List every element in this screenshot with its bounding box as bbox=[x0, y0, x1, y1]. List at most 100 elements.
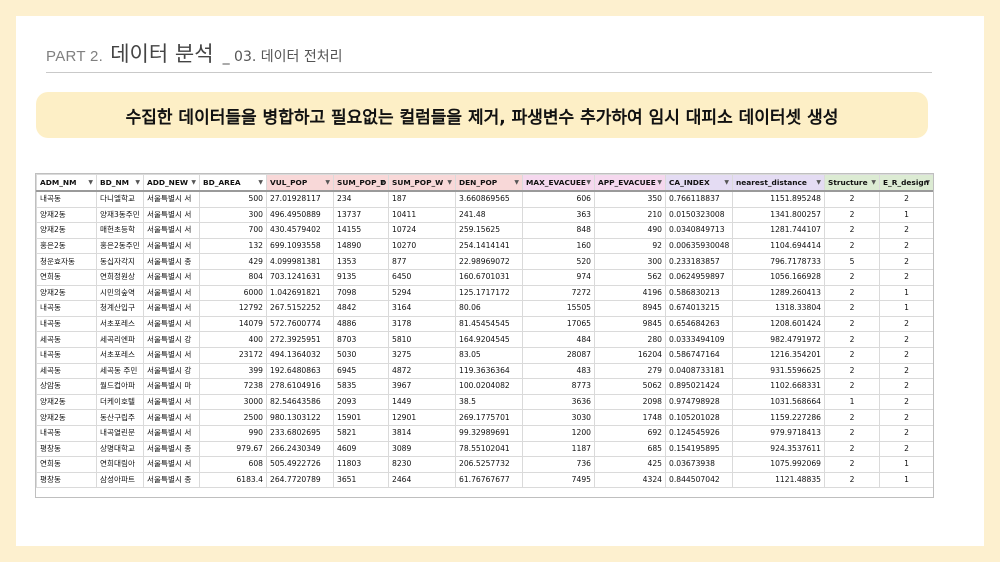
table-cell[interactable]: 350 bbox=[594, 190, 666, 208]
column-header[interactable]: ▼ ADM_NM bbox=[36, 174, 97, 192]
table-cell[interactable]: 양재2동 bbox=[36, 409, 97, 426]
table-cell[interactable]: 연희동 bbox=[36, 268, 97, 286]
table-cell[interactable]: 494.1364032 bbox=[266, 346, 334, 364]
filter-icon[interactable]: ▼ bbox=[135, 176, 140, 190]
table-cell[interactable]: 192.6480863 bbox=[266, 362, 334, 380]
table-cell[interactable]: 5062 bbox=[594, 378, 666, 395]
table-cell[interactable]: 23172 bbox=[199, 346, 267, 364]
table-cell[interactable]: 608 bbox=[199, 456, 267, 473]
table-cell[interactable]: 연희정원상 bbox=[96, 268, 144, 286]
table-cell[interactable]: 980.1303122 bbox=[266, 409, 334, 426]
table-cell[interactable]: 17065 bbox=[522, 315, 595, 333]
table-cell[interactable]: 2464 bbox=[388, 471, 456, 489]
table-cell[interactable]: 평창동 bbox=[36, 471, 97, 489]
table-cell[interactable]: 서울특별시 서 bbox=[143, 190, 200, 208]
table-cell[interactable]: 서울특별시 강 bbox=[143, 331, 200, 348]
filter-icon[interactable]: ▼ bbox=[657, 176, 662, 190]
table-cell[interactable]: 500 bbox=[199, 190, 267, 208]
table-cell[interactable]: 2 bbox=[824, 346, 880, 364]
table-cell[interactable]: 14890 bbox=[333, 237, 389, 255]
table-cell[interactable]: 월드컵아파 bbox=[96, 378, 144, 395]
column-header[interactable]: ▼ APP_EVACUEE bbox=[594, 174, 666, 192]
table-cell[interactable]: 서울특별시 서 bbox=[143, 393, 200, 411]
table-cell[interactable]: 1289.260413 bbox=[732, 284, 825, 302]
table-cell[interactable]: 서울특별시 서 bbox=[143, 409, 200, 426]
table-cell[interactable]: 562 bbox=[594, 268, 666, 286]
table-cell[interactable]: 4886 bbox=[333, 315, 389, 333]
table-cell[interactable]: 2 bbox=[879, 253, 933, 270]
table-cell[interactable]: 14079 bbox=[199, 315, 267, 333]
table-cell[interactable]: 0.674013215 bbox=[665, 300, 733, 317]
table-cell[interactable]: 2 bbox=[824, 190, 880, 208]
table-cell[interactable]: 2 bbox=[879, 440, 933, 458]
table-cell[interactable]: 924.3537611 bbox=[732, 440, 825, 458]
table-cell[interactable]: 206.5257732 bbox=[455, 456, 523, 473]
table-cell[interactable]: 399 bbox=[199, 362, 267, 380]
table-cell[interactable]: 520 bbox=[522, 253, 595, 270]
table-cell[interactable]: 0.105201028 bbox=[665, 409, 733, 426]
table-cell[interactable]: 83.05 bbox=[455, 346, 523, 364]
table-cell[interactable]: 1102.668331 bbox=[732, 378, 825, 395]
table-cell[interactable]: 2 bbox=[824, 237, 880, 255]
table-cell[interactable]: 서초포레스 bbox=[96, 346, 144, 364]
table-cell[interactable]: 160.6701031 bbox=[455, 268, 523, 286]
filter-icon[interactable]: ▼ bbox=[88, 176, 93, 190]
table-cell[interactable]: 234 bbox=[333, 190, 389, 208]
table-cell[interactable]: 692 bbox=[594, 424, 666, 442]
column-header[interactable]: ▼ nearest_distance bbox=[732, 174, 825, 192]
table-cell[interactable]: 16204 bbox=[594, 346, 666, 364]
table-cell[interactable]: 동산구립주 bbox=[96, 409, 144, 426]
column-header[interactable]: ▼ Structure bbox=[824, 174, 880, 192]
table-cell[interactable]: 400 bbox=[199, 331, 267, 348]
column-header[interactable]: ▼ E_R_design bbox=[879, 174, 933, 192]
table-cell[interactable]: 상명대학교 bbox=[96, 440, 144, 458]
table-cell[interactable]: 3967 bbox=[388, 378, 456, 395]
table-cell[interactable]: 700 bbox=[199, 222, 267, 239]
table-cell[interactable]: 982.4791972 bbox=[732, 331, 825, 348]
table-cell[interactable]: 0.0150323008 bbox=[665, 206, 733, 224]
table-cell[interactable]: 양재2동 bbox=[36, 284, 97, 302]
table-cell[interactable]: 82.54643586 bbox=[266, 393, 334, 411]
table-cell[interactable]: 0.03673938 bbox=[665, 456, 733, 473]
table-cell[interactable]: 2 bbox=[879, 315, 933, 333]
column-header[interactable]: ▼ ADD_NEW bbox=[143, 174, 200, 192]
table-cell[interactable]: 0.00635930048 bbox=[665, 237, 733, 255]
filter-icon[interactable]: ▼ bbox=[447, 176, 452, 190]
table-cell[interactable]: 연희대림아 bbox=[96, 456, 144, 473]
table-cell[interactable]: 3636 bbox=[522, 393, 595, 411]
table-cell[interactable]: 10724 bbox=[388, 222, 456, 239]
table-cell[interactable]: 160 bbox=[522, 237, 595, 255]
table-cell[interactable]: 28087 bbox=[522, 346, 595, 364]
table-cell[interactable]: 703.1241631 bbox=[266, 268, 334, 286]
table-cell[interactable]: 홍은2동주민 bbox=[96, 237, 144, 255]
table-cell[interactable]: 233.6802695 bbox=[266, 424, 334, 442]
table-cell[interactable]: 100.0204082 bbox=[455, 378, 523, 395]
column-header[interactable]: ▼ MAX_EVACUEE bbox=[522, 174, 595, 192]
table-cell[interactable]: 0.233183857 bbox=[665, 253, 733, 270]
table-cell[interactable]: 양재2동 bbox=[36, 222, 97, 239]
table-cell[interactable]: 4324 bbox=[594, 471, 666, 489]
table-cell[interactable]: 266.2430349 bbox=[266, 440, 334, 458]
table-cell[interactable]: 132 bbox=[199, 237, 267, 255]
table-cell[interactable]: 9845 bbox=[594, 315, 666, 333]
table-cell[interactable]: 2 bbox=[824, 456, 880, 473]
table-cell[interactable]: 6450 bbox=[388, 268, 456, 286]
table-cell[interactable]: 1104.694414 bbox=[732, 237, 825, 255]
table-cell[interactable]: 979.9718413 bbox=[732, 424, 825, 442]
table-cell[interactable]: 210 bbox=[594, 206, 666, 224]
table-cell[interactable]: 12901 bbox=[388, 409, 456, 426]
table-cell[interactable]: 6000 bbox=[199, 284, 267, 302]
table-cell[interactable]: 2 bbox=[824, 315, 880, 333]
table-cell[interactable]: 10270 bbox=[388, 237, 456, 255]
table-cell[interactable]: 5 bbox=[824, 253, 880, 270]
table-cell[interactable]: 264.7720789 bbox=[266, 471, 334, 489]
table-cell[interactable]: 2 bbox=[879, 222, 933, 239]
table-cell[interactable]: 내곡동 bbox=[36, 346, 97, 364]
table-cell[interactable]: 2 bbox=[879, 237, 933, 255]
table-cell[interactable]: 267.5152252 bbox=[266, 300, 334, 317]
table-cell[interactable]: 14155 bbox=[333, 222, 389, 239]
table-cell[interactable]: 3089 bbox=[388, 440, 456, 458]
table-cell[interactable]: 4.099981381 bbox=[266, 253, 334, 270]
table-cell[interactable]: 0.766118837 bbox=[665, 190, 733, 208]
table-cell[interactable]: 매헌초등학 bbox=[96, 222, 144, 239]
